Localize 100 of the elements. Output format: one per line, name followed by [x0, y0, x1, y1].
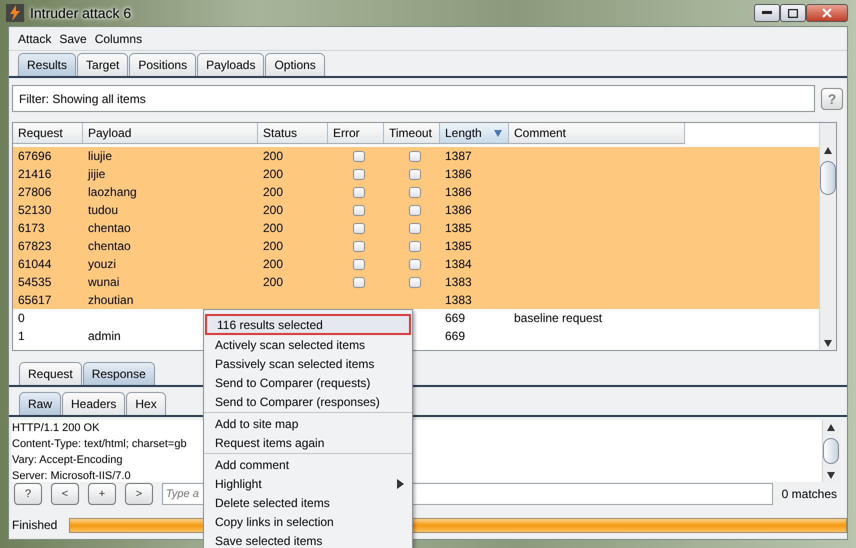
scroll-down-icon[interactable] — [824, 340, 832, 346]
context-menu-item[interactable]: Passively scan selected items — [204, 354, 412, 373]
checkbox[interactable] — [352, 240, 364, 252]
column-header[interactable]: Error — [328, 123, 384, 144]
response-line: Vary: Accept-Encoding — [12, 453, 122, 468]
table-cell-text: liujie — [87, 148, 114, 165]
table-cell-text: 27806 — [17, 184, 52, 201]
table-cell-text: zhoutian — [87, 292, 134, 309]
scrollbar-thumb[interactable] — [820, 161, 836, 195]
context-menu-item[interactable]: Copy links in selection — [204, 512, 412, 531]
maximize-button[interactable] — [780, 4, 806, 22]
column-header[interactable]: Comment — [509, 123, 685, 144]
checkbox[interactable] — [408, 186, 420, 198]
search-nav-button[interactable]: < — [51, 483, 79, 505]
table-cell-text: 61044 — [17, 256, 52, 273]
table-cell-text: 1383 — [444, 292, 473, 309]
table-cell-text: 200 — [262, 274, 284, 291]
scroll-up-icon[interactable] — [824, 146, 832, 154]
search-nav-button[interactable]: ? — [14, 483, 42, 505]
checkbox[interactable] — [352, 204, 364, 216]
scrollbar[interactable] — [819, 123, 836, 350]
table-cell-text: 200 — [262, 220, 284, 237]
column-header[interactable]: Timeout — [384, 123, 440, 144]
context-menu-item[interactable]: Send to Comparer (responses) — [204, 392, 412, 411]
checkbox[interactable] — [352, 276, 364, 288]
checkbox[interactable] — [408, 240, 420, 252]
checkbox[interactable] — [352, 222, 364, 234]
menu-item[interactable]: Attack — [18, 32, 52, 46]
checkbox[interactable] — [352, 150, 364, 162]
checkbox[interactable] — [408, 168, 420, 180]
table-row[interactable]: 54535 wunai 200 1383 — [13, 273, 819, 291]
checkbox[interactable] — [408, 276, 420, 288]
table-cell-text: baseline request — [513, 310, 604, 327]
tab[interactable]: Positions — [129, 53, 196, 76]
table-cell-text: laozhang — [87, 184, 138, 201]
table-row[interactable]: 67823 chentao 200 1385 — [13, 237, 819, 255]
table-cell-text: jijie — [86, 166, 106, 183]
context-menu-item[interactable]: Add comment — [204, 455, 412, 474]
table-row[interactable]: 52130 tudou 200 1386 — [13, 201, 819, 219]
sort-arrow-icon — [494, 130, 502, 136]
context-menu-item[interactable]: Add to site map — [204, 414, 412, 433]
context-menu-item[interactable]: Save selected items — [204, 531, 412, 548]
tab[interactable]: Options — [265, 53, 325, 76]
minimize-button[interactable] — [754, 4, 780, 22]
close-icon — [822, 8, 832, 18]
response-line: HTTP/1.1 200 OK — [12, 421, 100, 436]
checkbox[interactable] — [408, 204, 420, 216]
checkbox[interactable] — [352, 186, 364, 198]
table-cell-text: 1386 — [444, 166, 473, 183]
table-row[interactable]: 6173 chentao 200 1385 — [13, 219, 819, 237]
table-row[interactable]: 21416 jijie 200 1386 — [13, 165, 819, 183]
response-line: Server: Microsoft-IIS/7.0 — [12, 469, 131, 484]
table-cell-text: 669 — [444, 328, 466, 345]
search-nav-button[interactable]: > — [125, 483, 153, 505]
scroll-up-icon[interactable] — [827, 424, 835, 430]
table-cell-text: 1 — [17, 328, 26, 345]
status-text: Finished — [12, 518, 58, 532]
column-header[interactable]: Request — [13, 123, 83, 144]
scroll-down-icon[interactable] — [827, 472, 835, 478]
tab[interactable]: Payloads — [197, 53, 264, 76]
tab[interactable]: Response — [82, 362, 155, 385]
table-row[interactable]: 61044 youzi 200 1384 — [13, 255, 819, 273]
context-menu-item[interactable]: Request items again — [204, 433, 412, 452]
checkbox[interactable] — [352, 168, 364, 180]
table-cell-text: 65617 — [17, 292, 52, 309]
scrollbar-thumb[interactable] — [823, 438, 839, 464]
table-cell-text: 6173 — [17, 220, 46, 237]
table-cell-text: 1385 — [444, 238, 473, 255]
search-nav-button[interactable]: + — [88, 483, 116, 505]
table-row[interactable]: 27806 laozhang 200 1386 — [13, 183, 819, 201]
context-menu-item[interactable]: Send to Comparer (requests) — [204, 373, 412, 392]
minimize-icon — [762, 11, 772, 15]
checkbox[interactable] — [352, 258, 364, 270]
response-line: Content-Type: text/html; charset=gb — [12, 437, 187, 452]
column-header[interactable]: Payload — [83, 123, 258, 144]
table-row[interactable]: 65617 zhoutian 1383 — [13, 291, 819, 309]
close-button[interactable] — [806, 4, 848, 22]
tab[interactable]: Raw — [19, 392, 62, 415]
table-cell-text: 200 — [262, 256, 284, 273]
table-cell-text: 1385 — [444, 220, 473, 237]
menu-item[interactable]: Columns — [94, 32, 142, 46]
table-cell-text: 200 — [262, 238, 284, 255]
table-cell-text: 67823 — [17, 238, 52, 255]
column-header[interactable]: Length — [440, 123, 509, 144]
table-cell-text: 200 — [262, 202, 284, 219]
table-cell-text: 200 — [262, 166, 284, 183]
checkbox[interactable] — [408, 222, 420, 234]
tab[interactable]: Request — [19, 362, 82, 385]
filter-bar[interactable]: Filter: Showing all items — [12, 85, 815, 112]
menu-item[interactable]: Save — [59, 32, 87, 46]
table-cell-text: 1387 — [444, 148, 473, 165]
checkbox[interactable] — [408, 150, 420, 162]
table-row[interactable]: 67696 liujie 200 1387 — [13, 147, 819, 165]
table-cell-text: 200 — [262, 148, 284, 165]
checkbox[interactable] — [408, 258, 420, 270]
tab[interactable]: Results — [18, 53, 76, 76]
tab[interactable]: Target — [77, 53, 128, 76]
tab[interactable]: Hex — [126, 392, 166, 415]
column-header[interactable]: Status — [258, 123, 328, 144]
tab[interactable]: Headers — [62, 392, 126, 415]
